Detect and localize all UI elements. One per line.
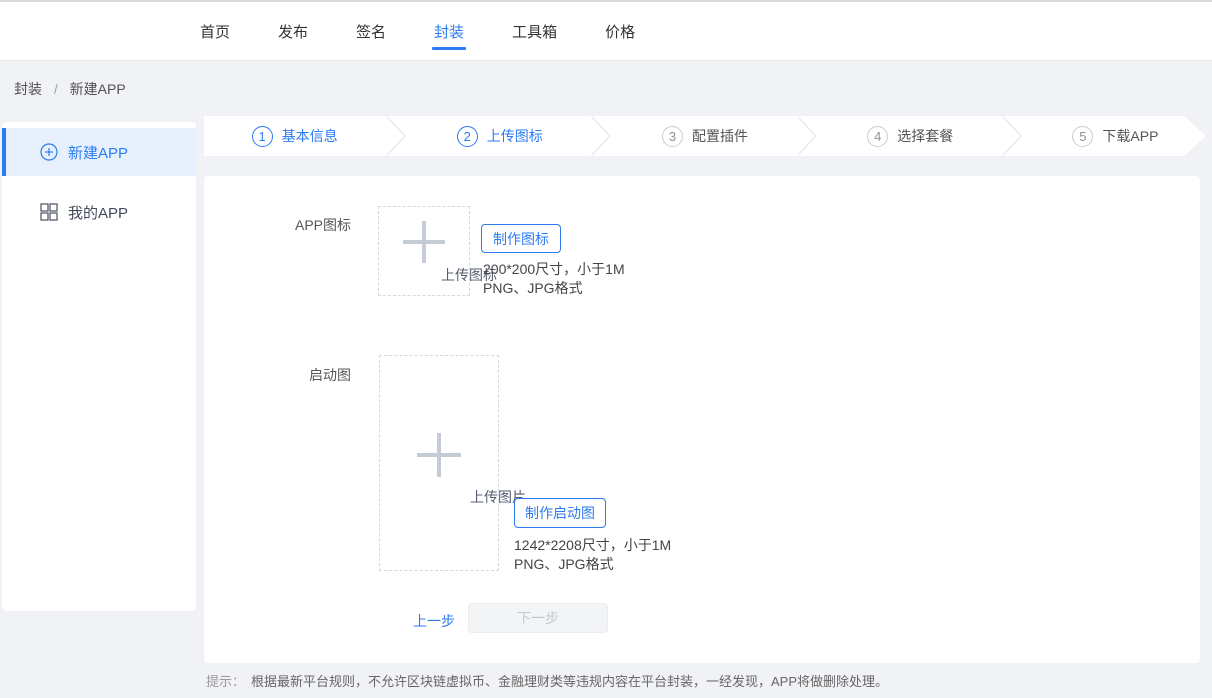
step-label: 上传图标	[487, 126, 543, 146]
step-download-app: 5 下载APP	[1025, 116, 1206, 156]
sidebar-item-label: 我的APP	[68, 202, 128, 223]
nav-item-package[interactable]: 封装	[434, 2, 464, 60]
platform-rule-tip: 提示： 根据最新平台规则，不允许区块链虚拟币、金融理财类等违规内容在平台封装，一经…	[206, 671, 888, 690]
step-number-circle: 1	[252, 126, 273, 147]
make-splash-button[interactable]: 制作启动图	[514, 498, 606, 528]
step-configure-plugins: 3 配置插件	[614, 116, 795, 156]
sidebar-item-label: 新建APP	[68, 142, 128, 163]
step-separator-chevron	[385, 116, 409, 156]
prev-step-link[interactable]: 上一步	[413, 611, 455, 631]
breadcrumb-package[interactable]: 封装	[14, 81, 42, 97]
splash-size-hint: 1242*2208尺寸，小于1M	[514, 536, 671, 555]
step-separator-chevron	[590, 116, 614, 156]
step-upload-icon: 2 上传图标	[409, 116, 590, 156]
app-icon-label: APP图标	[204, 215, 351, 235]
step-label: 配置插件	[692, 126, 748, 146]
plus-icon	[403, 221, 445, 263]
step-separator-chevron	[1001, 116, 1025, 156]
breadcrumb-separator: /	[54, 81, 58, 97]
splash-label: 启动图	[204, 365, 351, 385]
nav-item-home[interactable]: 首页	[200, 2, 230, 60]
step-label: 基本信息	[282, 126, 338, 146]
top-header: 首页 发布 签名 封装 工具箱 价格	[0, 2, 1212, 61]
splash-upload-box[interactable]: 上传图片	[379, 355, 499, 571]
steps-bar: 1 基本信息 2 上传图标 3 配置插件 4 选择套餐 5 下载APP	[204, 116, 1206, 156]
breadcrumb: 封装 / 新建APP	[14, 79, 126, 99]
step-number-circle: 5	[1072, 126, 1093, 147]
nav-item-toolbox[interactable]: 工具箱	[512, 2, 557, 60]
tip-text: 根据最新平台规则，不允许区块链虚拟币、金融理财类等违规内容在平台封装，一经发现，…	[251, 674, 888, 689]
nav-item-sign[interactable]: 签名	[356, 2, 386, 60]
splash-format-hint: PNG、JPG格式	[514, 555, 614, 574]
plus-circle-icon	[40, 143, 58, 161]
nav-item-price[interactable]: 价格	[605, 2, 635, 60]
make-icon-button[interactable]: 制作图标	[481, 224, 561, 253]
sidebar: 新建APP 我的APP	[2, 122, 196, 611]
step-number-circle: 3	[662, 126, 683, 147]
icon-size-hint: 200*200尺寸，小于1M	[483, 260, 625, 279]
main-panel: APP图标 上传图标 制作图标 200*200尺寸，小于1M PNG、JPG格式…	[204, 176, 1200, 663]
icon-format-hint: PNG、JPG格式	[483, 279, 583, 298]
step-separator-chevron	[796, 116, 820, 156]
step-choose-plan: 4 选择套餐	[820, 116, 1001, 156]
plus-icon	[417, 433, 461, 477]
step-number-circle: 4	[867, 126, 888, 147]
nav-item-package-label: 封装	[434, 21, 464, 42]
step-basic-info: 1 基本信息	[204, 116, 385, 156]
breadcrumb-current: 新建APP	[70, 81, 126, 97]
active-tab-underline	[432, 47, 466, 50]
step-label: 选择套餐	[897, 126, 953, 146]
icon-upload-box[interactable]: 上传图标	[378, 206, 470, 296]
grid-icon	[40, 203, 58, 221]
tip-label: 提示：	[206, 674, 245, 689]
step-number-circle: 2	[457, 126, 478, 147]
sidebar-item-new-app[interactable]: 新建APP	[2, 128, 196, 176]
sidebar-item-my-app[interactable]: 我的APP	[2, 188, 196, 236]
next-step-button[interactable]: 下一步	[468, 603, 608, 633]
main-nav: 首页 发布 签名 封装 工具箱 价格	[200, 2, 635, 60]
step-label: 下载APP	[1102, 126, 1158, 146]
nav-item-publish[interactable]: 发布	[278, 2, 308, 60]
